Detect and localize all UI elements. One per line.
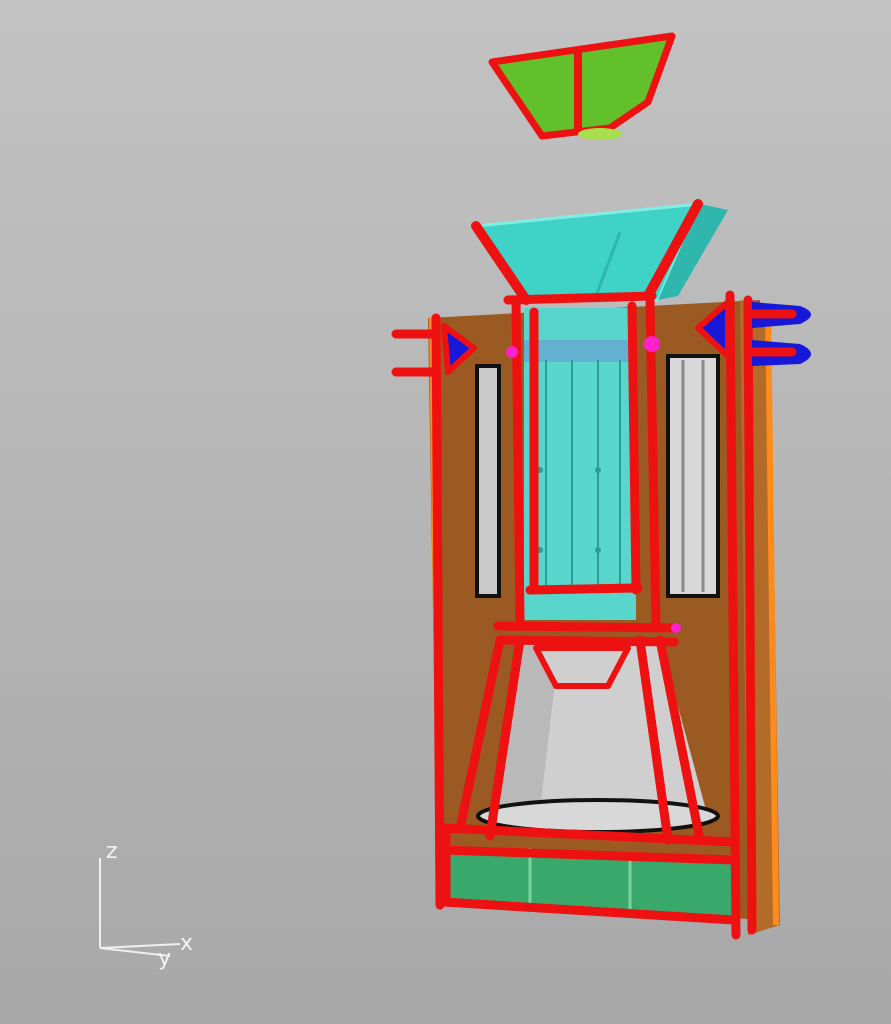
hopper-lid[interactable] [488, 32, 676, 140]
right-side-panel[interactable] [666, 354, 720, 598]
perspective-scene[interactable]: z y x [0, 0, 891, 1024]
z-axis-label: z [106, 839, 118, 864]
y-axis-label: y [158, 946, 171, 971]
axis-widget: z y x [99, 839, 193, 971]
modeling-viewport[interactable]: z y x [0, 0, 891, 1024]
feed-hopper[interactable] [471, 199, 728, 305]
inner-chamber[interactable] [524, 308, 636, 620]
left-side-panel[interactable] [475, 364, 501, 598]
x-axis-label: x [180, 931, 193, 956]
